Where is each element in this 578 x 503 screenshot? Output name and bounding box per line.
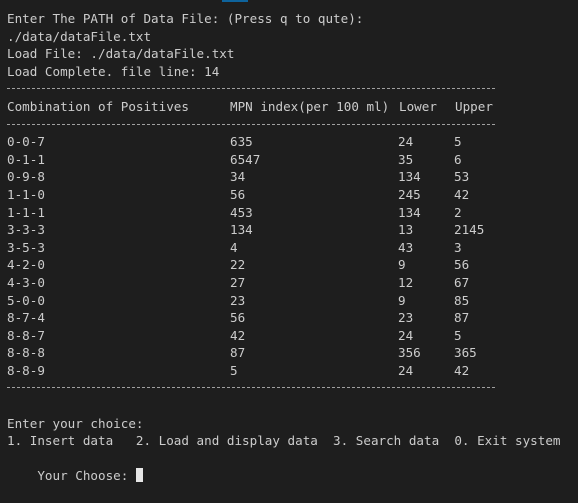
active-tab-indicator [222, 0, 248, 2]
cell-upper: 56 [454, 257, 470, 273]
cell-combination: 3-5-3 [7, 239, 45, 255]
cell-combination: 8-7-4 [7, 310, 45, 326]
cell-upper: 67 [454, 274, 470, 290]
header-lower: Lower [399, 98, 437, 114]
cell-combination: 0-1-1 [7, 151, 45, 167]
cell-upper: 2 [454, 204, 462, 220]
header-mpn-index: MPN index(per 100 ml) [230, 98, 390, 114]
table-row: 4-2-0 22 9 56 [7, 256, 572, 274]
path-prompt: Enter The PATH of Data File: (Press q to… [7, 11, 364, 26]
cell-mpn-index: 6547 [230, 151, 261, 167]
table-row: 8-7-4 56 23 87 [7, 309, 572, 327]
cell-mpn-index: 4 [230, 239, 238, 255]
table-divider-bottom [7, 379, 572, 397]
header-upper: Upper [455, 98, 493, 114]
table-row: 3-5-3 4 43 3 [7, 239, 572, 257]
cell-combination: 8-8-7 [7, 327, 45, 343]
cell-mpn-index: 22 [230, 257, 246, 273]
terminal-output[interactable]: Enter The PATH of Data File: (Press q to… [7, 10, 572, 483]
cell-combination: 5-0-0 [7, 292, 45, 308]
cell-upper: 3 [454, 239, 462, 255]
header-combination: Combination of Positives [7, 98, 189, 114]
cell-combination: 1-1-1 [7, 204, 45, 220]
cell-mpn-index: 23 [230, 292, 246, 308]
cell-mpn-index: 56 [230, 186, 246, 202]
cell-lower: 134 [398, 204, 421, 220]
cell-upper: 365 [454, 345, 477, 361]
table-row: 4-3-0 27 12 67 [7, 274, 572, 292]
table-row: 0-0-7 635 24 5 [7, 133, 572, 151]
cell-upper: 2145 [454, 222, 485, 238]
cell-mpn-index: 87 [230, 345, 246, 361]
cell-lower: 13 [398, 222, 414, 238]
cell-mpn-index: 42 [230, 327, 246, 343]
menu-options: 1. Insert data 2. Load and display data … [7, 433, 561, 449]
cell-upper: 42 [454, 362, 470, 378]
cell-combination: 8-8-9 [7, 362, 45, 378]
input-prompt: Your Choose: [37, 468, 136, 484]
cell-mpn-index: 34 [230, 169, 246, 185]
cell-upper: 53 [454, 169, 470, 185]
table-row: 1-1-1 453 134 2 [7, 204, 572, 222]
cell-combination: 1-1-0 [7, 186, 45, 202]
cell-upper: 42 [454, 186, 470, 202]
cell-combination: 0-9-8 [7, 169, 45, 185]
entered-path: ./data/dataFile.txt [7, 28, 152, 44]
cell-lower: 24 [398, 134, 414, 150]
table-row: 8-8-9 5 24 42 [7, 362, 572, 380]
cell-combination: 4-3-0 [7, 274, 45, 290]
cell-mpn-index: 27 [230, 274, 246, 290]
table-header: Combination of Positives MPN index(per 1… [7, 98, 572, 116]
table-divider-top [7, 80, 572, 98]
cell-mpn-index: 5 [230, 362, 238, 378]
table-row: 1-1-0 56 245 42 [7, 186, 572, 204]
table-row: 8-8-7 42 24 5 [7, 327, 572, 345]
cell-lower: 9 [398, 257, 406, 273]
input-line[interactable]: Your Choose: [7, 450, 572, 483]
cell-lower: 24 [398, 327, 414, 343]
cell-lower: 43 [398, 239, 414, 255]
table-divider-header [7, 116, 572, 134]
table-row: 3-3-3 134 13 2145 [7, 221, 572, 239]
cell-upper: 85 [454, 292, 470, 308]
cell-lower: 245 [398, 186, 421, 202]
cell-combination: 3-3-3 [7, 222, 45, 238]
cell-lower: 12 [398, 274, 414, 290]
cell-combination: 4-2-0 [7, 257, 45, 273]
cell-lower: 356 [398, 345, 421, 361]
cell-combination: 8-8-8 [7, 345, 45, 361]
cell-upper: 5 [454, 134, 462, 150]
cell-upper: 87 [454, 310, 470, 326]
cell-lower: 35 [398, 151, 414, 167]
cell-upper: 6 [454, 151, 462, 167]
table-row: 5-0-0 23 9 85 [7, 292, 572, 310]
load-complete-message: Load Complete. file line: 14 [7, 63, 220, 79]
table-row: 8-8-8 87 356 365 [7, 344, 572, 362]
cell-upper: 5 [454, 327, 462, 343]
text-cursor [135, 468, 143, 483]
cell-lower: 9 [398, 292, 406, 308]
cell-lower: 23 [398, 310, 414, 326]
table-row: 0-1-1 6547 35 6 [7, 151, 572, 169]
cell-mpn-index: 635 [230, 134, 253, 150]
load-file-message: Load File: ./data/dataFile.txt [7, 46, 235, 62]
cell-combination: 0-0-7 [7, 134, 45, 150]
cell-mpn-index: 56 [230, 310, 246, 326]
cell-lower: 24 [398, 362, 414, 378]
cell-mpn-index: 134 [230, 222, 253, 238]
menu-title: Enter your choice: [7, 415, 144, 431]
cell-lower: 134 [398, 169, 421, 185]
table-body: 0-0-7 635 24 5 0-1-1 6547 35 6 0-9-8 34 134 53 1-1-0… [7, 133, 572, 379]
table-row: 0-9-8 34 134 53 [7, 168, 572, 186]
cell-mpn-index: 453 [230, 204, 253, 220]
